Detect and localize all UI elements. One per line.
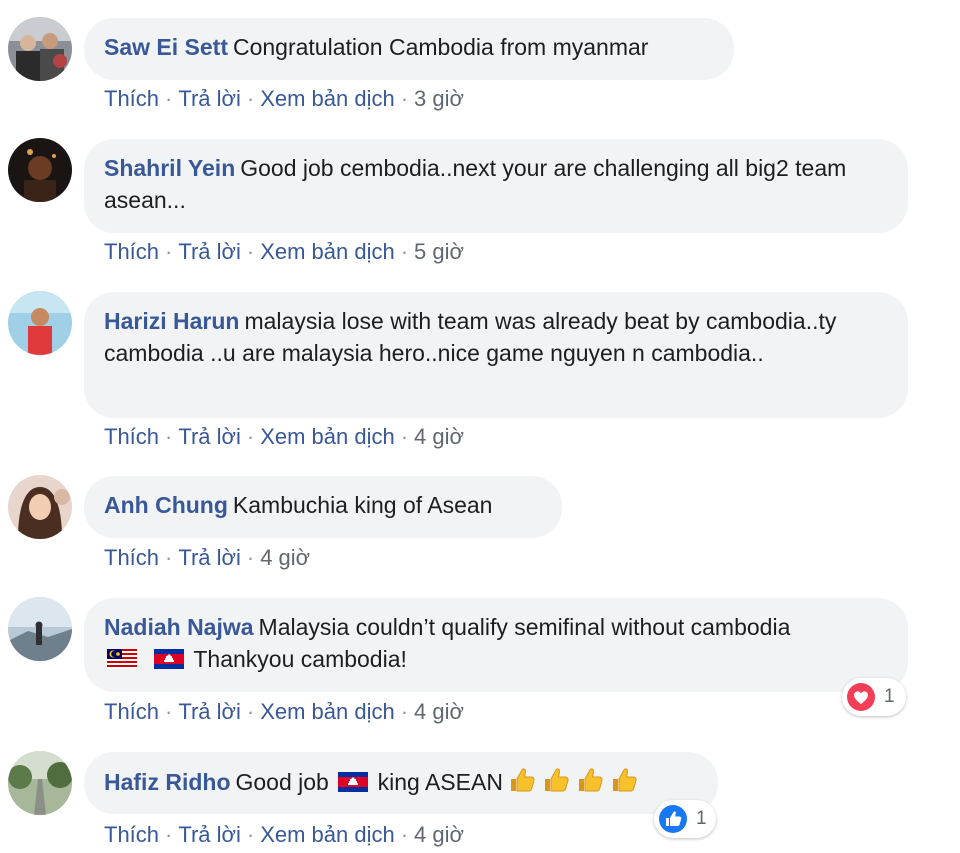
comment-text: Kambuchia king of Asean <box>232 492 493 518</box>
separator: · <box>400 699 409 724</box>
comment-text: Malaysia couldn’t qualify semifinal with… <box>258 614 791 640</box>
comment-author[interactable]: Anh Chung <box>104 492 228 518</box>
thumbs-up-icon <box>575 765 605 795</box>
like-link[interactable]: Thích <box>104 699 159 724</box>
comment-time[interactable]: 4 giờ <box>414 424 464 449</box>
reply-link[interactable]: Trả lời <box>178 239 241 264</box>
comment-actions: Thích · Trả lời · 4 giờ <box>104 545 310 571</box>
reaction-count: 1 <box>696 808 707 829</box>
thumbs-up-icon <box>507 765 537 795</box>
comment-bubble: Saw Ei Sett Congratulation Cambodia from … <box>84 18 734 80</box>
heart-icon <box>846 682 876 712</box>
separator: · <box>165 699 173 724</box>
comment-bubble: Nadiah Najwa Malaysia couldn’t qualify se… <box>84 598 908 692</box>
comment-text: Congratulation Cambodia from myanmar <box>232 34 649 60</box>
like-link[interactable]: Thích <box>104 822 159 847</box>
comment-bubble: Hafiz Ridho Good job king ASEAN <box>84 752 718 814</box>
separator: · <box>400 239 409 264</box>
like-link[interactable]: Thích <box>104 545 159 570</box>
comment-time[interactable]: 3 giờ <box>414 86 464 111</box>
comment-time[interactable]: 5 giờ <box>414 239 464 264</box>
reply-link[interactable]: Trả lời <box>178 699 241 724</box>
avatar[interactable] <box>8 17 72 81</box>
comment-time[interactable]: 4 giờ <box>414 699 464 724</box>
like-icon <box>658 804 688 834</box>
reaction-summary[interactable]: 1 <box>654 800 716 838</box>
comment-text: king ASEAN <box>377 769 503 795</box>
comment-time[interactable]: 4 giờ <box>260 545 310 570</box>
comment-author[interactable]: Saw Ei Sett <box>104 34 228 60</box>
separator: · <box>400 424 409 449</box>
reaction-count: 1 <box>884 686 895 707</box>
cambodia-flag-icon <box>338 772 368 792</box>
avatar[interactable] <box>8 597 72 661</box>
malaysia-flag-icon <box>107 649 137 669</box>
comment-author[interactable]: Hafiz Ridho <box>104 769 231 795</box>
separator: · <box>246 424 255 449</box>
comment-actions: Thích · Trả lời · Xem bản dịch · 4 giờ <box>104 822 464 848</box>
comment-actions: Thích · Trả lời · Xem bản dịch · 4 giờ <box>104 424 464 450</box>
comment-author[interactable]: Harizi Harun <box>104 308 239 334</box>
comment-actions: Thích · Trả lời · Xem bản dịch · 3 giờ <box>104 86 464 112</box>
separator: · <box>246 545 255 570</box>
translate-link[interactable]: Xem bản dịch <box>260 424 395 449</box>
reply-link[interactable]: Trả lời <box>178 424 241 449</box>
separator: · <box>400 822 409 847</box>
separator: · <box>165 822 173 847</box>
comment-bubble: Shahril Yein Good job cembodia..next your… <box>84 139 908 233</box>
separator: · <box>165 424 173 449</box>
like-link[interactable]: Thích <box>104 424 159 449</box>
comment-text: Good job <box>235 769 329 795</box>
comment-time[interactable]: 4 giờ <box>414 822 464 847</box>
separator: · <box>400 86 409 111</box>
avatar[interactable] <box>8 751 72 815</box>
separator: · <box>246 699 255 724</box>
comment-author[interactable]: Shahril Yein <box>104 155 235 181</box>
separator: · <box>246 239 255 264</box>
comment-actions: Thích · Trả lời · Xem bản dịch · 5 giờ <box>104 239 464 265</box>
comment-author[interactable]: Nadiah Najwa <box>104 614 254 640</box>
reply-link[interactable]: Trả lời <box>178 545 241 570</box>
reaction-summary[interactable]: 1 <box>842 678 906 716</box>
separator: · <box>246 86 255 111</box>
comment-bubble: Anh Chung Kambuchia king of Asean <box>84 476 562 538</box>
comment-text: Thankyou cambodia! <box>193 646 407 672</box>
reply-link[interactable]: Trả lời <box>178 86 241 111</box>
avatar[interactable] <box>8 475 72 539</box>
separator: · <box>165 86 173 111</box>
like-link[interactable]: Thích <box>104 239 159 264</box>
thumbs-up-icon <box>609 765 639 795</box>
thumbs-up-icon <box>541 765 571 795</box>
translate-link[interactable]: Xem bản dịch <box>260 822 395 847</box>
avatar[interactable] <box>8 291 72 355</box>
reply-link[interactable]: Trả lời <box>178 822 241 847</box>
translate-link[interactable]: Xem bản dịch <box>260 239 395 264</box>
separator: · <box>165 545 173 570</box>
comment-bubble: Harizi Harun malaysia lose with team was … <box>84 292 908 418</box>
comment-actions: Thích · Trả lời · Xem bản dịch · 4 giờ <box>104 699 464 725</box>
avatar[interactable] <box>8 138 72 202</box>
translate-link[interactable]: Xem bản dịch <box>260 699 395 724</box>
like-link[interactable]: Thích <box>104 86 159 111</box>
separator: · <box>165 239 173 264</box>
cambodia-flag-icon <box>154 649 184 669</box>
separator: · <box>246 822 255 847</box>
translate-link[interactable]: Xem bản dịch <box>260 86 395 111</box>
